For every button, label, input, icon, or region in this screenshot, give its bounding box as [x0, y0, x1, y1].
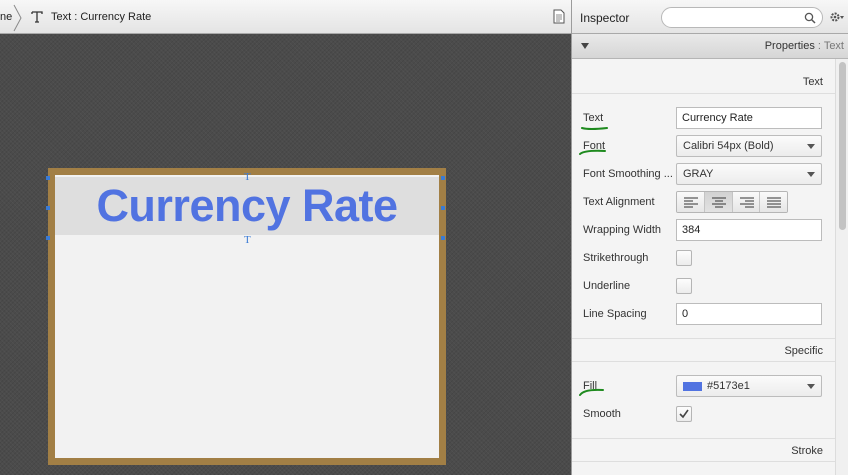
fill-color-select[interactable]: #5173e1 [676, 375, 822, 397]
selection-top-handle[interactable]: T [244, 171, 251, 183]
inspector-search-input[interactable] [661, 7, 823, 28]
font-smoothing-value: GRAY [683, 168, 714, 180]
dropdown-arrow-icon [807, 144, 815, 149]
font-smoothing-label: Font Smoothing ... [583, 168, 673, 180]
selection-handle-mid-right[interactable] [440, 205, 446, 211]
currency-rate-text[interactable]: Currency Rate [55, 181, 439, 231]
dropdown-arrow-icon [807, 384, 815, 389]
fill-label: Fill [583, 380, 598, 392]
fill-color-value: #5173e1 [707, 380, 750, 392]
breadcrumb-separator-icon [13, 4, 22, 32]
strikethrough-label: Strikethrough [583, 252, 649, 264]
selection-handle-mid-left[interactable] [45, 205, 51, 211]
scrollbar-thumb[interactable] [839, 62, 846, 230]
text-property-label: Text [583, 112, 604, 124]
font-select-value: Calibri 54px (Bold) [683, 140, 774, 152]
text-alignment-group [676, 191, 788, 213]
design-canvas[interactable]: Currency Rate T T [0, 34, 571, 475]
breadcrumb-item-previous[interactable]: ne [0, 11, 12, 23]
wrapping-width-label: Wrapping Width [583, 224, 662, 236]
annotation-underline-text [581, 127, 608, 130]
inspector-scrollbar[interactable] [835, 59, 848, 475]
properties-list: Text Text Currency Rate Font Calibri 54p… [572, 59, 835, 475]
artboard-content[interactable]: Currency Rate [55, 175, 439, 458]
inspector-panel: Inspector Properties : Text Text Text Cu… [571, 0, 848, 475]
strikethrough-checkbox[interactable] [676, 250, 692, 266]
selected-text-node[interactable]: Currency Rate [55, 177, 439, 235]
align-right-icon [739, 197, 754, 208]
smooth-label: Smooth [583, 408, 621, 420]
selection-handle-top-left[interactable] [45, 175, 51, 181]
line-spacing-input[interactable]: 0 [676, 303, 822, 325]
underline-label: Underline [583, 280, 631, 292]
text-property-input[interactable]: Currency Rate [676, 107, 822, 129]
inspector-title: Inspector [580, 11, 630, 25]
align-left-icon [684, 197, 698, 208]
wrapping-width-input[interactable]: 384 [676, 219, 822, 241]
align-center-button[interactable] [704, 192, 733, 212]
fill-color-swatch [683, 382, 702, 391]
align-right-button[interactable] [732, 192, 761, 212]
properties-label: Properties : Text [764, 40, 844, 52]
checkmark-icon [679, 409, 689, 419]
align-center-icon [711, 197, 726, 208]
breadcrumb-bar: ne Text : Currency Rate [0, 0, 571, 34]
selection-handle-bottom-left[interactable] [45, 235, 51, 241]
underline-checkbox[interactable] [676, 278, 692, 294]
breadcrumb-item-current[interactable]: Text : Currency Rate [51, 11, 151, 23]
dropdown-arrow-icon [807, 172, 815, 177]
properties-section-bar[interactable]: Properties : Text [572, 34, 848, 59]
document-icon[interactable] [553, 9, 565, 24]
text-node-icon [31, 11, 43, 23]
font-property-label: Font [583, 140, 606, 152]
collapse-triangle-icon[interactable] [581, 42, 589, 50]
font-smoothing-select[interactable]: GRAY [676, 163, 822, 185]
search-icon[interactable] [804, 12, 816, 24]
section-header-text[interactable]: Text [572, 70, 835, 94]
artboard[interactable]: Currency Rate [48, 168, 446, 465]
inspector-header: Inspector [572, 0, 848, 34]
gear-icon[interactable] [829, 10, 845, 24]
text-alignment-label: Text Alignment [583, 196, 655, 208]
section-header-stroke[interactable]: Stroke [572, 438, 835, 462]
selection-handle-bottom-right[interactable] [440, 235, 446, 241]
line-spacing-label: Line Spacing [583, 308, 647, 320]
font-select[interactable]: Calibri 54px (Bold) [676, 135, 822, 157]
selection-bottom-handle[interactable]: T [244, 234, 251, 246]
section-header-specific[interactable]: Specific [572, 338, 835, 362]
selection-handle-top-right[interactable] [440, 175, 446, 181]
align-left-button[interactable] [677, 192, 705, 212]
smooth-checkbox[interactable] [676, 406, 692, 422]
align-justify-button[interactable] [760, 192, 787, 212]
align-justify-icon [767, 197, 782, 208]
